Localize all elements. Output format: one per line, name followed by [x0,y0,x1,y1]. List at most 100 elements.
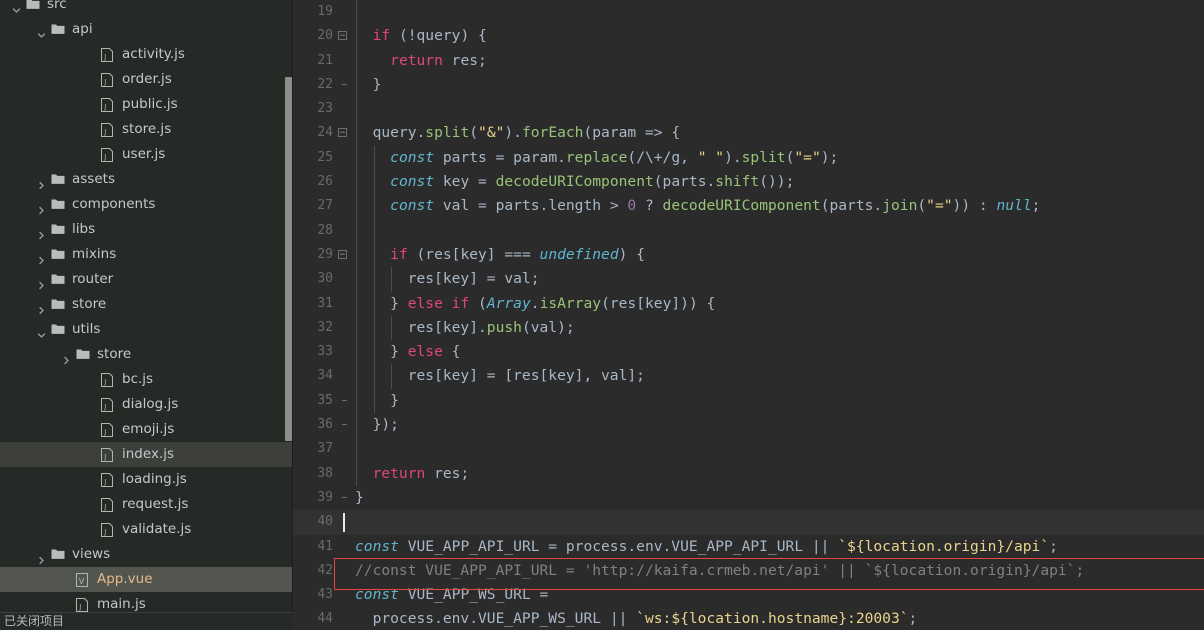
js-file-icon: J [101,367,117,392]
fold-end-marker[interactable] [342,413,347,437]
line-number: 29 [317,246,333,262]
code-line-24[interactable]: 24− query.split("&").forEach(param => { [293,121,1204,146]
tree-item-public-js[interactable]: Jpublic.js [0,92,293,117]
code-text: const key = decodeURIComponent(parts.shi… [390,173,795,191]
tree-item-api[interactable]: api [0,17,293,42]
code-line-25[interactable]: 25 const parts = param.replace(/\+/g, " … [293,145,1204,171]
folder-icon [51,267,67,292]
fold-collapse-icon[interactable]: − [338,31,347,41]
folder-icon [51,317,67,342]
tree-item-order-js[interactable]: Jorder.js [0,67,293,92]
editor-lines[interactable]: 19 20− if (!query) {21 return res; 22 } 23 2… [293,0,1204,630]
tree-item-app-vue[interactable]: V App.vue [0,567,293,592]
tree-item-views[interactable]: views [0,542,293,567]
code-text: const VUE_APP_API_URL = process.env.VUE_… [355,537,1058,555]
tree-item-emoji-js[interactable]: Jemoji.js [0,417,293,442]
folder-icon [76,342,92,367]
code-text: res[key] = [res[key], val]; [355,367,645,385]
line-number: 25 [317,149,333,165]
svg-text:J: J [103,53,106,61]
code-line-38[interactable]: 38 return res; [293,461,1204,486]
svg-text:J: J [103,403,106,411]
code-line-28[interactable]: 28 [293,218,1204,243]
tree-item-components[interactable]: components [0,192,293,217]
indent-guide [356,437,357,462]
code-line-20[interactable]: 20− if (!query) { [293,24,1204,49]
tree-item-mixins[interactable]: mixins [0,242,293,267]
code-line-36[interactable]: 36 }); [293,413,1204,438]
line-number: 23 [317,101,333,117]
code-text: } [355,391,399,409]
code-line-42[interactable]: 42 //const VUE_APP_API_URL = 'http://kaif… [293,559,1204,583]
code-text: const val = parts.length > 0 ? decodeURI… [390,197,1041,215]
code-line-26[interactable]: 26 const key = decodeURIComponent(parts.… [293,170,1204,195]
js-file-icon: J [101,517,117,542]
code-line-33[interactable]: 33 } else { [293,340,1204,365]
tree-item-user-js[interactable]: Juser.js [0,142,293,167]
tree-item-loading-js[interactable]: Jloading.js [0,467,293,492]
js-file-icon: J [101,442,117,467]
code-line-19[interactable]: 19 [293,0,1204,25]
vue-file-icon: V [76,567,92,592]
code-line-21[interactable]: 21 return res; [293,48,1204,73]
line-number: 35 [317,392,333,408]
svg-text:J: J [103,78,106,86]
tree-item-utils[interactable]: utils [0,317,293,342]
js-file-icon: J [101,417,117,442]
code-line-37[interactable]: 37 [293,437,1204,462]
code-line-44[interactable]: 44 process.env.VUE_APP_WS_URL || `ws:${l… [293,607,1204,630]
tree-item-request-js[interactable]: Jrequest.js [0,492,293,517]
project-tree[interactable]: src api Jactivity.js Jorder.js Jpublic.js Jst… [0,0,293,617]
tree-item-libs[interactable]: libs [0,217,293,242]
fold-collapse-icon[interactable]: − [338,128,347,138]
fold-end-marker[interactable] [342,389,347,413]
tree-item-store[interactable]: store [0,342,293,367]
code-text: return res; [372,464,470,482]
tree-item-assets[interactable]: assets [0,167,293,192]
fold-end-marker[interactable] [342,73,347,97]
code-line-32[interactable]: 32 res[key].push(val); [293,315,1204,341]
svg-text:J: J [103,503,106,511]
line-number: 20 [317,28,333,44]
js-file-icon: J [101,117,117,142]
tree-item-label: emoji.js [122,421,175,437]
fold-end-marker[interactable] [342,486,347,510]
code-text: query.split("&").forEach(param => { [355,124,681,142]
code-line-30[interactable]: 30 res[key] = val; [293,267,1204,292]
svg-text:J: J [103,153,106,161]
tree-item-router[interactable]: router [0,267,293,292]
closed-projects-label: 已关闭项目 [4,614,65,628]
tree-item-index-js[interactable]: Jindex.js [0,442,293,467]
tree-item-src[interactable]: src [0,0,293,17]
project-tree-scrollbar[interactable] [285,77,292,441]
tree-item-activity-js[interactable]: Jactivity.js [0,42,293,67]
code-line-34[interactable]: 34 res[key] = [res[key], val]; [293,364,1204,389]
js-file-icon: J [101,392,117,417]
tree-item-store[interactable]: store [0,292,293,317]
tree-item-bc-js[interactable]: Jbc.js [0,367,293,392]
tree-item-validate-js[interactable]: Jvalidate.js [0,517,293,542]
folder-icon [51,217,67,242]
code-line-35[interactable]: 35 } [293,388,1204,414]
fold-collapse-icon[interactable]: − [338,249,347,259]
svg-text:J: J [103,428,106,436]
code-line-39[interactable]: 39} [293,486,1204,510]
line-number: 38 [317,465,333,481]
code-line-29[interactable]: 29− if (res[key] === undefined) { [293,242,1204,268]
tree-item-label: dialog.js [122,396,179,412]
code-line-23[interactable]: 23 [293,97,1204,122]
tree-item-label: src [47,0,67,12]
code-line-40[interactable]: 40 [293,510,1204,535]
js-file-icon: J [101,142,117,167]
tree-item-label: bc.js [122,371,154,387]
code-line-41[interactable]: 41 const VUE_APP_API_URL = process.env.VU… [293,535,1204,559]
code-line-27[interactable]: 27 const val = parts.length > 0 ? decode… [293,194,1204,219]
line-number: 24 [317,125,333,141]
code-line-43[interactable]: 43 const VUE_APP_WS_URL = [293,583,1204,607]
code-line-22[interactable]: 22 } [293,72,1204,98]
code-editor[interactable]: 19 20− if (!query) {21 return res; 22 } 23 2… [293,0,1204,630]
tree-item-store-js[interactable]: Jstore.js [0,117,293,142]
tree-item-dialog-js[interactable]: Jdialog.js [0,392,293,417]
code-line-31[interactable]: 31 } else if (Array.isArray(res[key])) { [293,291,1204,316]
line-number: 44 [317,611,333,627]
